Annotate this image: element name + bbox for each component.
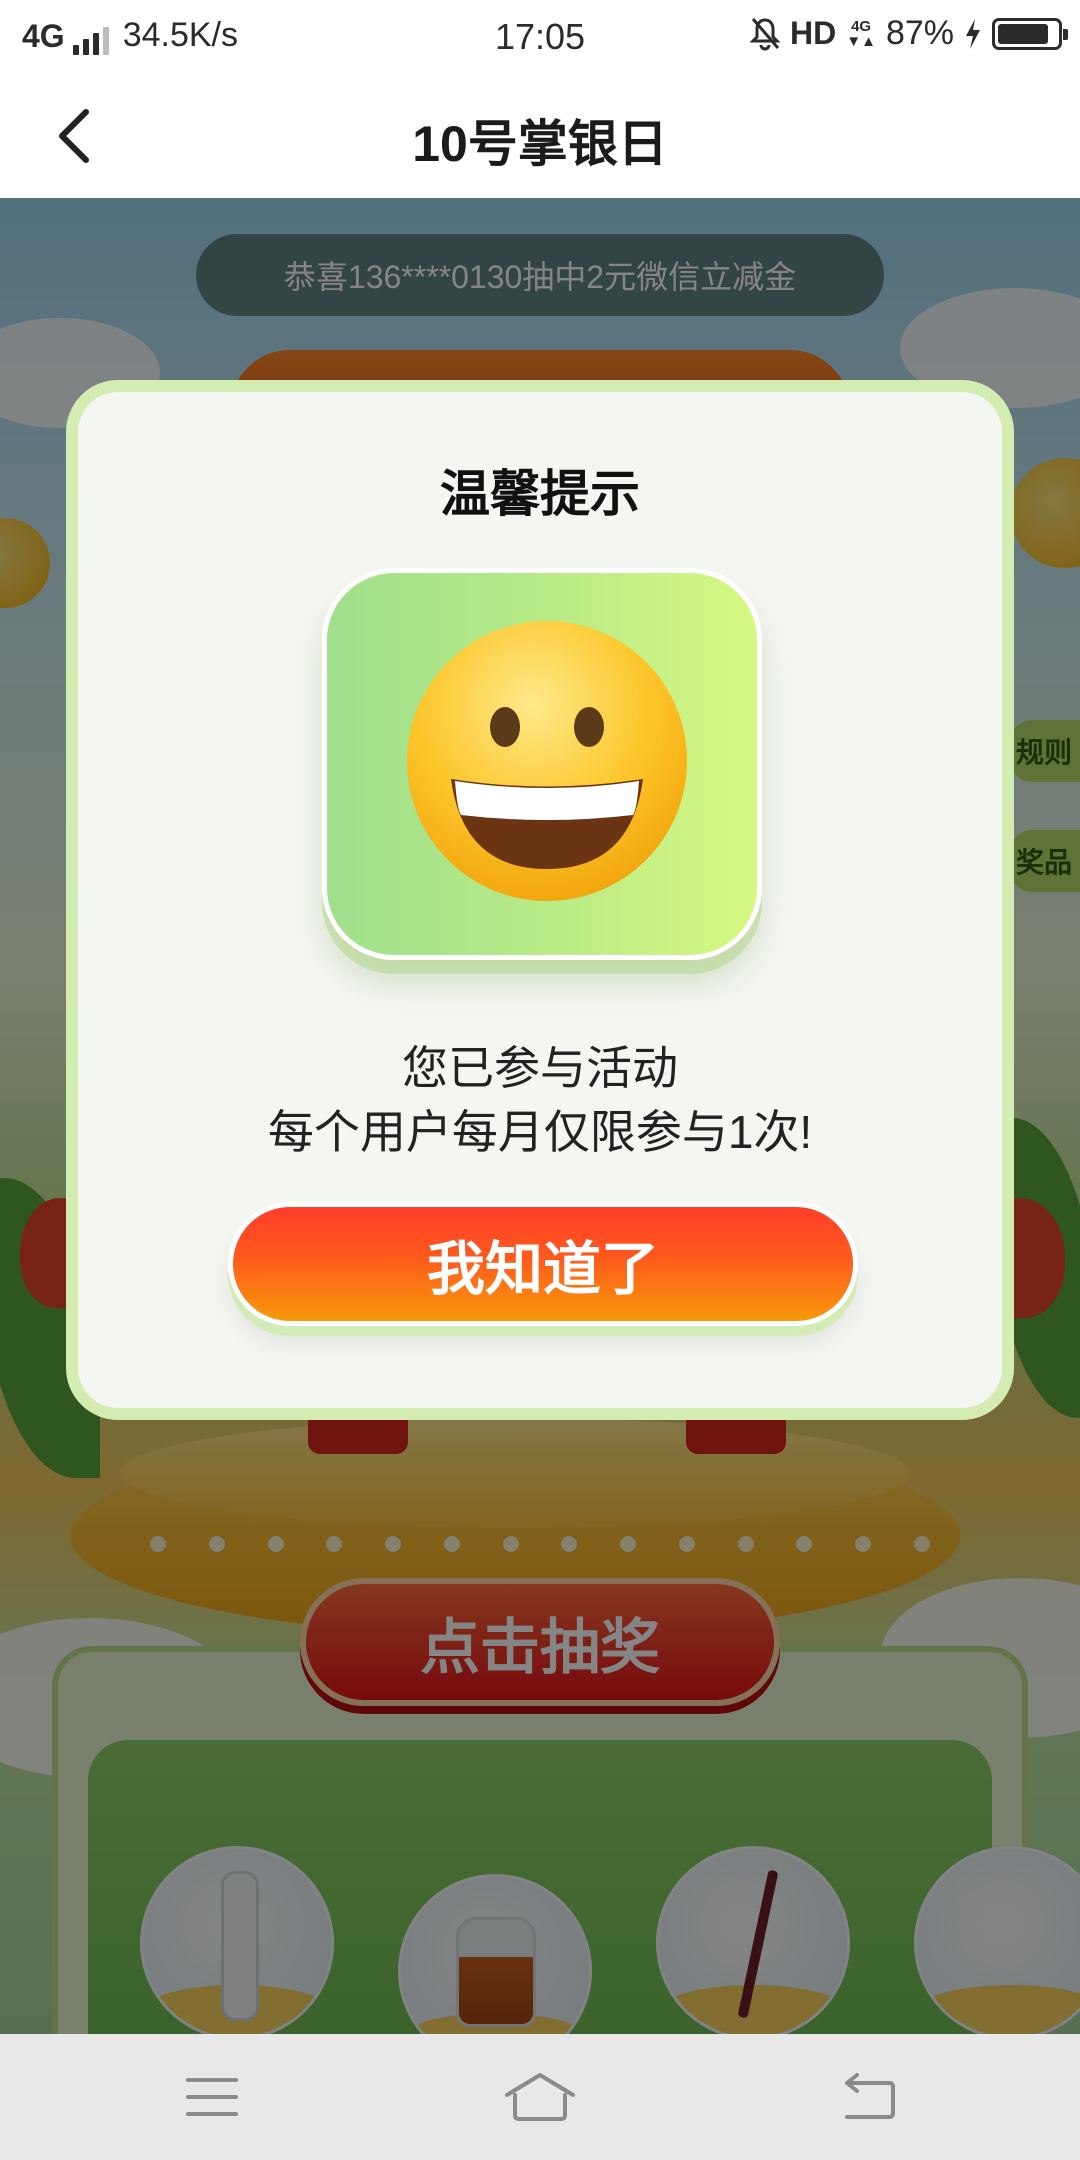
back-nav-button[interactable] xyxy=(828,2066,908,2128)
confirm-button[interactable]: 我知道了 xyxy=(228,1202,858,1326)
back-icon xyxy=(845,2073,895,2119)
title-bar: 10号掌银日 xyxy=(0,74,1080,198)
data-arrows-icon: ▼▲ xyxy=(846,32,876,50)
grinning-face-icon xyxy=(407,621,687,901)
silent-bell-icon xyxy=(750,17,781,50)
menu-button[interactable] xyxy=(172,2066,252,2128)
dialog-message-line1: 您已参与活动 xyxy=(402,1042,678,1094)
charging-icon xyxy=(966,18,980,49)
emoji-tile xyxy=(322,568,762,960)
battery-percent: 87% xyxy=(885,14,954,52)
status-bar: 4G 34.5K/s 17:05 HD 4G ▼▲ 87% xyxy=(0,0,1080,74)
mobile-data-label: 4G xyxy=(851,17,872,35)
mobile-data-icon: 4G ▼▲ xyxy=(846,19,876,49)
battery-icon xyxy=(992,17,1068,50)
status-right: HD 4G ▼▲ 87% xyxy=(750,14,1068,53)
dialog-title: 温馨提示 xyxy=(440,466,640,522)
home-icon xyxy=(505,2073,575,2121)
dialog-message-line2: 每个用户每月仅限参与1次! xyxy=(267,1106,813,1158)
system-nav-bar xyxy=(0,2034,1080,2160)
notice-dialog: 温馨提示 您已参与活动 每个用户每月仅限参与1次! 我知道了 xyxy=(66,380,1014,1420)
home-button[interactable] xyxy=(500,2066,580,2128)
menu-icon xyxy=(186,2078,238,2116)
page-title: 10号掌银日 xyxy=(412,116,668,172)
battery-fill xyxy=(998,23,1048,44)
hd-badge: HD xyxy=(790,15,837,51)
